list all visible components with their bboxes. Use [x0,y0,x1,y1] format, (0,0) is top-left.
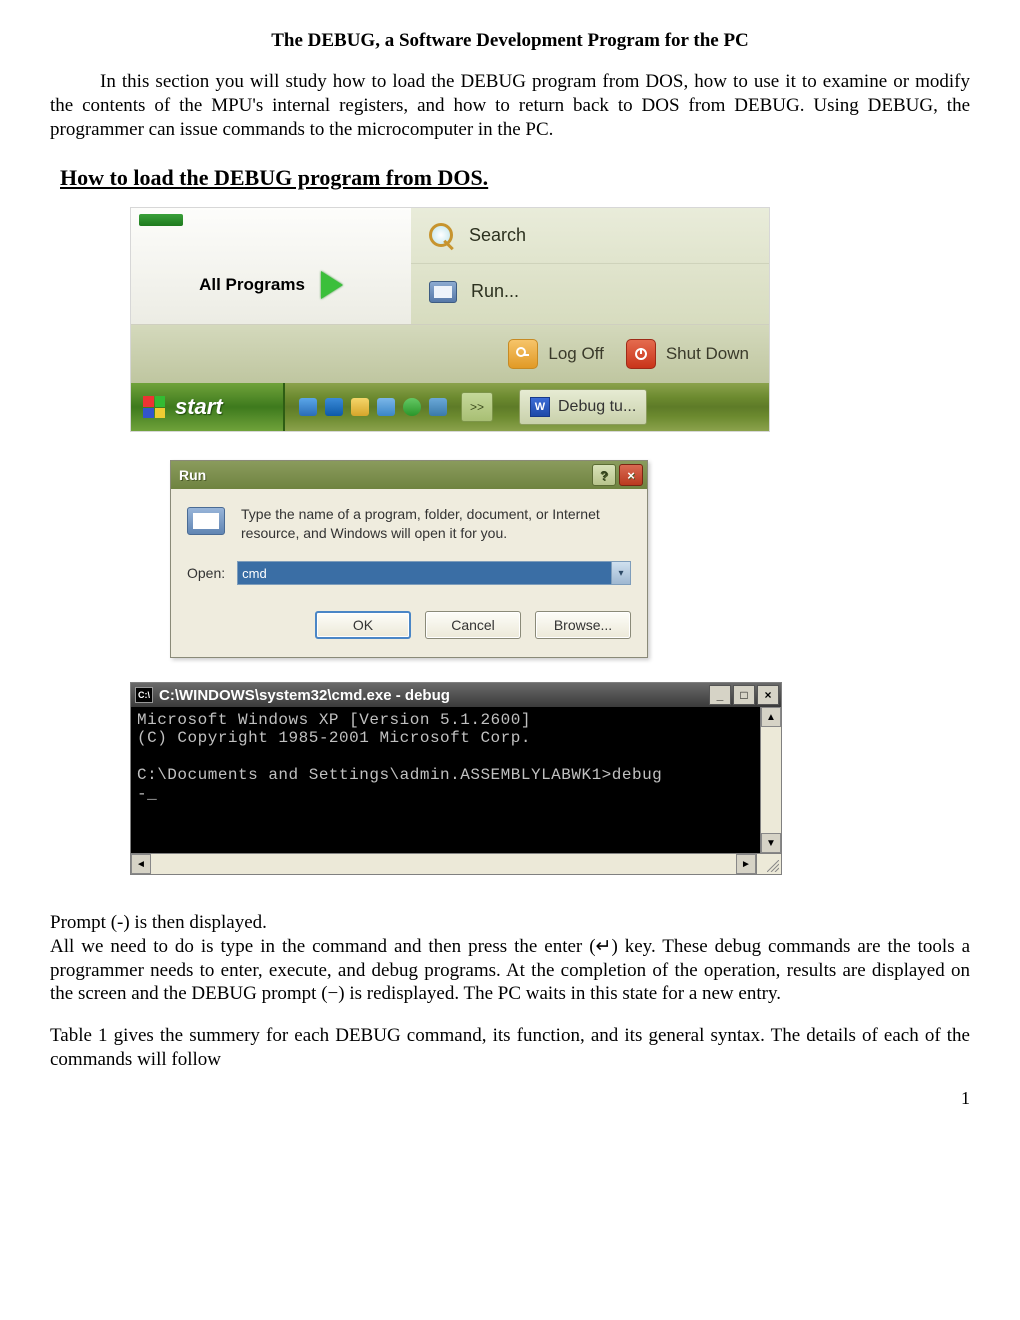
pinned-item-fragment [139,214,183,226]
all-programs-arrow-icon [321,271,343,299]
shutdown-button[interactable]: Shut Down [626,339,749,369]
startmenu-screenshot: All Programs Search Run... [130,207,770,432]
run-icon [429,281,457,303]
logoff-row: Log Off Shut Down [131,325,769,383]
run-item[interactable]: Run... [411,264,769,319]
logoff-button[interactable]: Log Off [508,339,603,369]
quicklaunch-msn-icon[interactable] [299,398,317,416]
quicklaunch-ie-icon[interactable] [325,398,343,416]
cmd-titlebar[interactable]: C:\ C:\WINDOWS\system32\cmd.exe - debug … [131,683,781,707]
explain-paragraph: All we need to do is type in the command… [50,935,970,1006]
intro-paragraph: In this section you will study how to lo… [50,70,970,141]
section-heading: How to load the DEBUG program from DOS. [60,165,970,191]
cmd-window: C:\ C:\WINDOWS\system32\cmd.exe - debug … [130,682,782,875]
cmd-title: C:\WINDOWS\system32\cmd.exe - debug [159,687,450,704]
run-dialog-icon [187,507,225,535]
page-number: 1 [50,1088,970,1109]
run-dialog-description: Type the name of a program, folder, docu… [241,505,631,543]
search-icon [429,223,455,249]
shutdown-icon [626,339,656,369]
search-item[interactable]: Search [411,208,769,264]
resize-grip[interactable] [756,854,781,874]
scroll-track[interactable] [151,854,736,874]
taskbar-task-label: Debug tu... [558,398,636,416]
close-button[interactable]: × [619,464,643,486]
document-title: The DEBUG, a Software Development Progra… [50,30,970,52]
windows-logo-icon [143,396,165,418]
taskbar: start >> W Debug tu... [131,383,769,431]
prompt-line: Prompt (-) is then displayed. [50,911,970,935]
shutdown-label: Shut Down [666,344,749,364]
run-dialog-title: Run [179,467,206,483]
help-button[interactable]: ? [592,464,616,486]
run-titlebar[interactable]: Run ? × [171,461,647,489]
cmd-console[interactable]: Microsoft Windows XP [Version 5.1.2600] … [131,707,760,853]
scroll-up-button[interactable]: ▲ [761,707,781,727]
cancel-button[interactable]: Cancel [425,611,521,639]
open-input[interactable] [238,562,611,584]
word-icon: W [530,397,550,417]
quicklaunch-notes-icon[interactable] [377,398,395,416]
quicklaunch-more-button[interactable]: >> [461,392,493,422]
quicklaunch-desktop-icon[interactable] [429,398,447,416]
logoff-label: Log Off [548,344,603,364]
vertical-scrollbar[interactable]: ▲ ▼ [760,707,781,853]
quicklaunch-media-icon[interactable] [403,398,421,416]
maximize-button[interactable]: □ [733,685,755,705]
start-label: start [175,394,223,420]
all-programs-label: All Programs [199,275,305,295]
open-dropdown-button[interactable]: ▾ [611,562,630,584]
scroll-down-button[interactable]: ▼ [761,833,781,853]
run-dialog: Run ? × Type the name of a program, fold… [170,460,648,658]
start-button[interactable]: start [131,383,285,431]
ok-button[interactable]: OK [315,611,411,639]
scroll-right-button[interactable]: ► [736,854,756,874]
open-combobox[interactable]: ▾ [237,561,631,585]
all-programs-item[interactable]: All Programs [131,271,411,299]
cmd-icon: C:\ [135,687,153,703]
run-label: Run... [471,281,519,302]
scroll-track[interactable] [761,727,781,833]
minimize-button[interactable]: _ [709,685,731,705]
browse-button[interactable]: Browse... [535,611,631,639]
horizontal-scrollbar[interactable]: ◄ ► [131,853,781,874]
table-intro-paragraph: Table 1 gives the summery for each DEBUG… [50,1024,970,1072]
quicklaunch-explorer-icon[interactable] [351,398,369,416]
close-button[interactable]: × [757,685,779,705]
scroll-left-button[interactable]: ◄ [131,854,151,874]
open-label: Open: [187,565,225,581]
taskbar-task-debug[interactable]: W Debug tu... [519,389,647,425]
logoff-icon [508,339,538,369]
quicklaunch-area: >> [285,392,507,422]
search-label: Search [469,225,526,246]
